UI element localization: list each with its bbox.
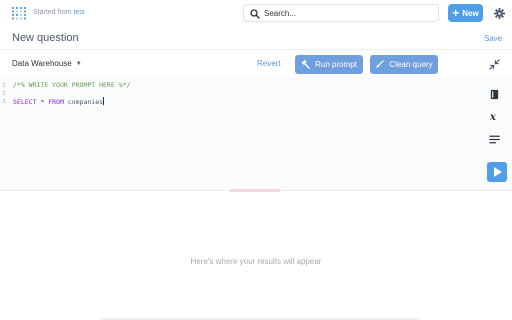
clean-query-label: Clean query <box>389 60 433 69</box>
clean-query-button[interactable]: Clean query <box>370 55 438 74</box>
search-icon <box>250 9 260 19</box>
line-number: 1 <box>2 83 6 89</box>
text-cursor <box>103 97 105 105</box>
breadcrumb-source-link[interactable]: test <box>73 9 84 16</box>
question-title[interactable]: New question <box>12 32 79 44</box>
results-area: Here's where your results will appear <box>0 192 512 320</box>
line-number: 3 <box>2 99 6 105</box>
broom-icon <box>376 60 385 69</box>
search-placeholder: Search... <box>264 9 297 18</box>
editor-toolbar: Data Warehouse ▼ Revert Run prompt Clean… <box>0 49 512 77</box>
revert-button[interactable]: Revert <box>257 59 281 68</box>
data-reference-icon[interactable] <box>489 89 500 100</box>
database-picker[interactable]: Data Warehouse ▼ <box>12 59 82 68</box>
metabase-logo-icon[interactable] <box>11 6 27 20</box>
database-name: Data Warehouse <box>12 59 72 68</box>
sql-editor[interactable]: 1 2 3 /*% WRITE YOUR PROMPT HERE %*/ SEL… <box>0 77 512 191</box>
search-input[interactable]: Search... <box>243 4 439 22</box>
new-button[interactable]: + New <box>448 4 483 22</box>
code-area[interactable]: /*% WRITE YOUR PROMPT HERE %*/ SELECT * … <box>13 81 130 106</box>
prompt-comment-line: /*% WRITE YOUR PROMPT HERE %*/ <box>13 81 131 89</box>
top-bar: Started from test Search... + New <box>0 0 512 28</box>
snippets-icon[interactable] <box>489 134 500 145</box>
svg-text:x: x <box>489 112 497 122</box>
run-prompt-button[interactable]: Run prompt <box>295 55 363 74</box>
run-query-button[interactable] <box>487 162 507 182</box>
plus-icon: + <box>452 6 460 20</box>
save-button[interactable]: Save <box>484 34 502 43</box>
line-number-gutter: 1 2 3 <box>0 82 8 106</box>
sql-keyword: SELECT <box>13 98 37 106</box>
line-number: 2 <box>2 91 6 97</box>
new-button-label: New <box>462 8 479 18</box>
gear-icon[interactable] <box>494 8 505 19</box>
play-icon <box>494 167 502 177</box>
collapse-icon[interactable] <box>489 59 500 70</box>
run-prompt-label: Run prompt <box>315 60 357 69</box>
sql-keyword: FROM <box>48 98 64 106</box>
chevron-down-icon: ▼ <box>75 60 82 67</box>
hammer-icon <box>301 60 310 69</box>
breadcrumb-prefix: Started from <box>33 9 72 16</box>
breadcrumb: Started from test <box>33 9 85 16</box>
variable-icon[interactable]: x <box>489 111 500 122</box>
sql-text: companies <box>63 98 104 106</box>
results-empty-message: Here's where your results will appear <box>190 257 322 266</box>
sql-text: * <box>36 98 49 106</box>
